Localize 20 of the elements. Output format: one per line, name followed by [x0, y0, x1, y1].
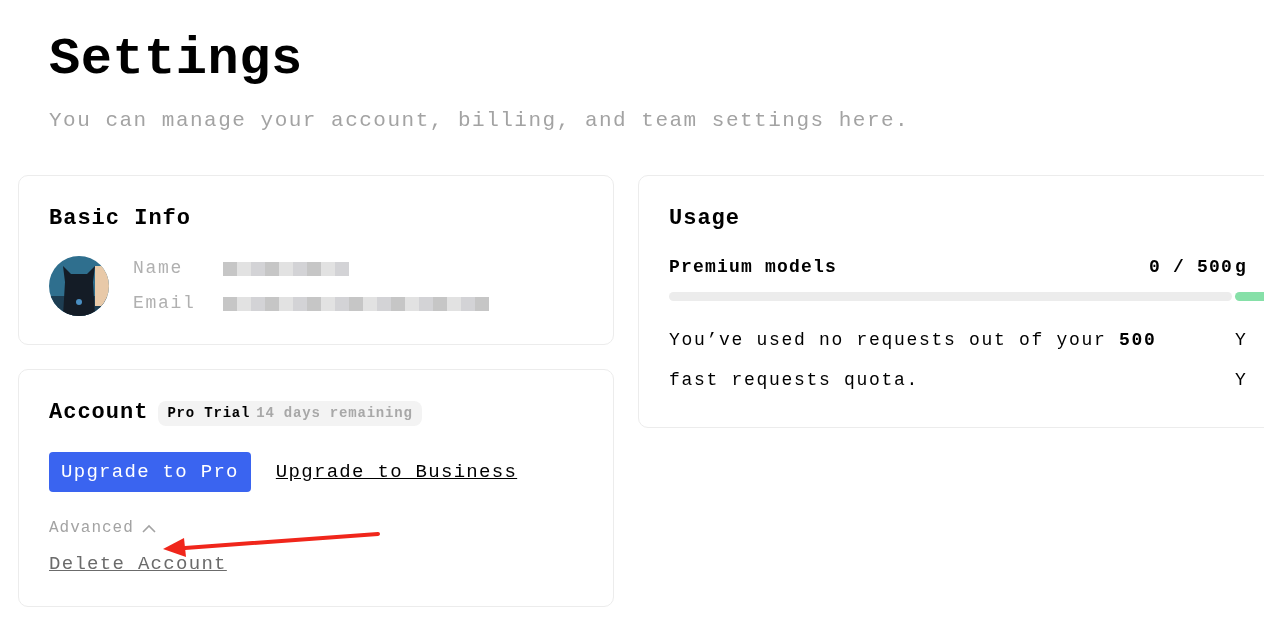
field-label: Email	[133, 292, 197, 315]
usage-description: You’ve used no requests out of your 500 fast requests quota.	[669, 329, 1158, 392]
card-title: Account	[49, 399, 149, 427]
page-title: Settings	[49, 29, 304, 91]
usage-text: Y	[1235, 369, 1246, 392]
upgrade-business-link[interactable]: Upgrade to Business	[275, 457, 518, 487]
usage-count: 0 / 500	[1149, 255, 1233, 279]
field-label: Name	[133, 257, 184, 280]
meter-label: g	[1235, 255, 1247, 279]
days-remaining: 14 days remaining	[256, 403, 413, 423]
card-title: Usage	[669, 205, 741, 233]
usage-text: Y	[1235, 329, 1246, 352]
upgrade-pro-button[interactable]: Upgrade to Pro	[49, 452, 251, 492]
card-title: Basic Info	[49, 205, 193, 233]
plan-name: Pro Trial	[167, 403, 251, 423]
avatar	[49, 256, 109, 316]
page-subtitle: You can manage your account, billing, and team settings here.	[49, 108, 911, 134]
chevron-up-icon	[141, 523, 156, 533]
meter-label: Premium models	[669, 255, 838, 279]
delete-account-link[interactable]: Delete Account	[49, 550, 227, 579]
